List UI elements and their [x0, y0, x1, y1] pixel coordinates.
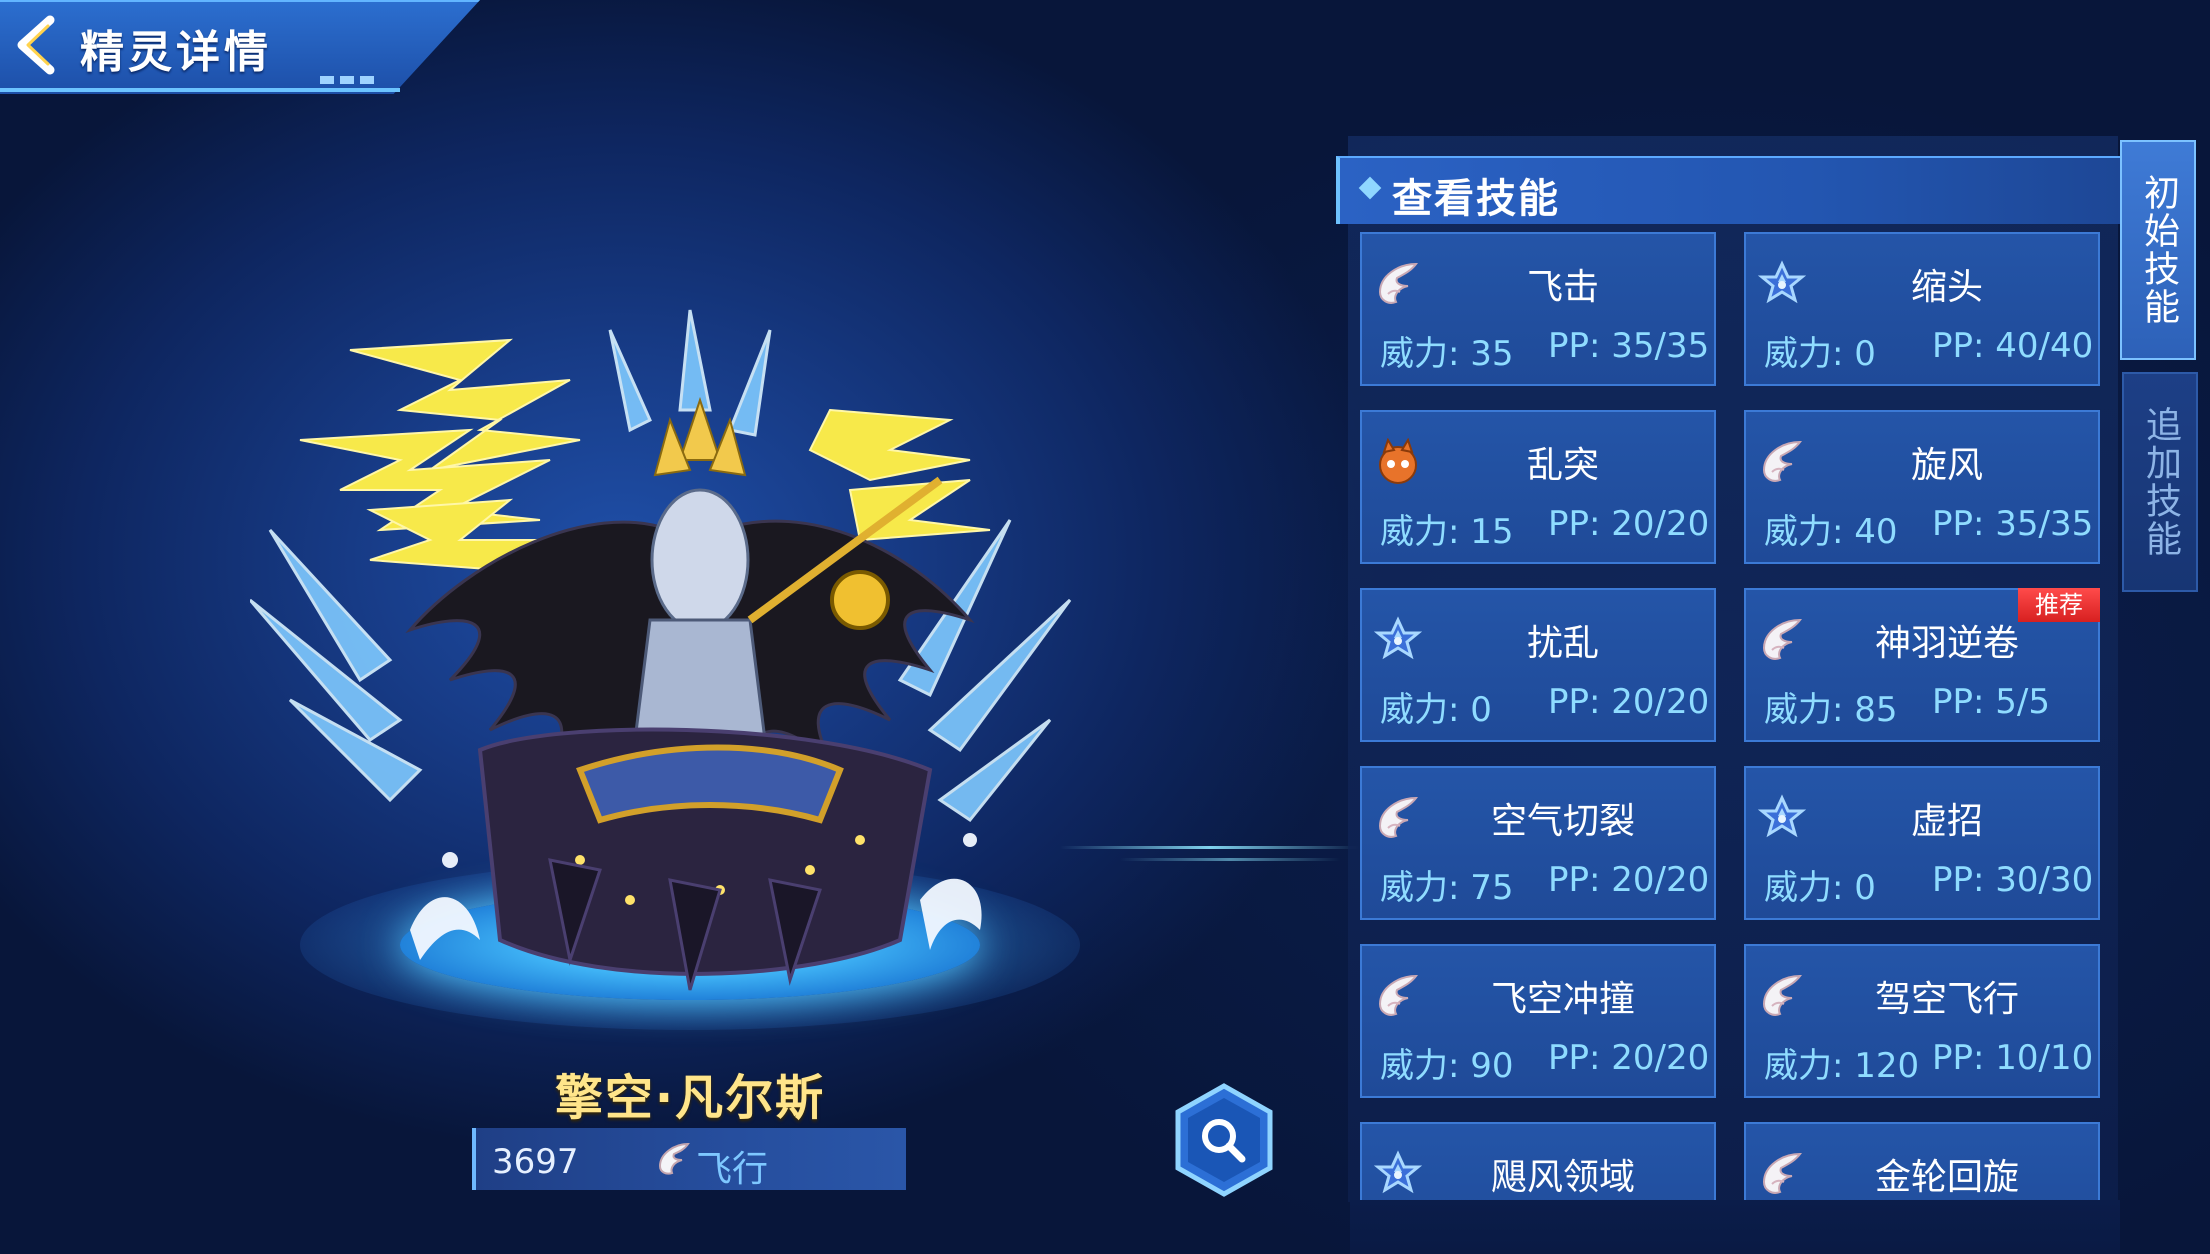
pet-id: 3697	[492, 1142, 579, 1182]
skill-power: 威力: 35	[1380, 334, 1514, 374]
skill-pp: PP: 40/40	[1932, 326, 2094, 366]
skill-pp: PP: 35/35	[1548, 326, 1710, 366]
star-icon	[1374, 616, 1422, 660]
star-icon	[1374, 1150, 1422, 1194]
skill-card[interactable]: 神羽逆卷 威力: 85 PP: 5/5 推荐	[1744, 588, 2100, 742]
pet-info-bar: 3697 飞行	[472, 1128, 906, 1190]
pet-type-label: 飞行	[696, 1149, 769, 1190]
pet-detail-screen: 精灵详情 擎空·凡尔斯 3697 飞行 查看技能 飞击 威力: 35 PP: 3…	[0, 0, 2210, 1254]
skill-card[interactable]: 空气切裂威力: 75 PP: 20/20	[1360, 766, 1716, 920]
skill-card[interactable]: 乱突 威力: 15 PP: 20/20	[1360, 410, 1716, 564]
tab-initial-skills-label: 初始技能	[2138, 174, 2179, 326]
page-title: 精灵详情	[80, 27, 272, 78]
search-button[interactable]	[1172, 1082, 1276, 1198]
back-button[interactable]	[10, 14, 64, 76]
skill-power: 威力: 15	[1380, 512, 1514, 552]
pet-name: 擎空·凡尔斯	[554, 1070, 826, 1126]
pet-lower-armor	[477, 727, 933, 991]
skill-pp: PP: 20/20	[1548, 504, 1710, 544]
skill-pp: PP: 20/20	[1548, 860, 1710, 900]
skill-power: 威力: 0	[1764, 868, 1876, 908]
skill-name: 飓风领域	[1490, 1157, 1635, 1198]
skill-name: 扰乱	[1526, 623, 1599, 664]
pet-illustration	[250, 309, 1072, 991]
skill-card[interactable]: 虚招 威力: 0 PP: 30/30	[1744, 766, 2100, 920]
wing-icon	[1762, 440, 1803, 482]
wing-icon	[1378, 974, 1419, 1016]
skill-card[interactable]: 飞击 威力: 35 PP: 35/35	[1360, 232, 1716, 386]
panel-bottom-mask	[1350, 1200, 2120, 1254]
skill-pp: PP: 20/20	[1548, 682, 1710, 722]
skill-pp: PP: 20/20	[1548, 1038, 1710, 1078]
skill-pp: PP: 30/30	[1932, 860, 2094, 900]
skills-panel-title: 查看技能	[1392, 176, 1560, 222]
wing-icon	[658, 1142, 690, 1175]
star-icon	[1758, 260, 1806, 304]
skill-card[interactable]: 飞空冲撞威力: 90 PP: 20/20	[1360, 944, 1716, 1098]
search-icon	[1175, 1083, 1273, 1197]
skill-power: 威力: 0	[1764, 334, 1876, 374]
wing-icon	[1762, 618, 1803, 660]
wing-icon	[1378, 796, 1419, 838]
skill-pp: PP: 10/10	[1932, 1038, 2094, 1078]
skill-pp: PP: 35/35	[1932, 504, 2094, 544]
star-icon	[1758, 794, 1806, 838]
light-streak	[1120, 858, 1340, 861]
beast-icon	[1379, 438, 1417, 484]
skill-name: 金轮回旋	[1874, 1157, 2019, 1198]
skill-name: 飞空冲撞	[1490, 979, 1635, 1020]
diamond-icon	[1358, 176, 1382, 200]
skill-name: 空气切裂	[1490, 801, 1635, 842]
skill-power: 威力: 40	[1764, 512, 1898, 552]
skill-power: 威力: 75	[1380, 868, 1514, 908]
skills-panel-header: 查看技能	[1336, 156, 2122, 224]
recommended-badge: 推荐	[2018, 588, 2100, 622]
header-edge	[0, 88, 400, 92]
skill-name: 虚招	[1910, 801, 1983, 842]
tab-initial-skills[interactable]: 初始技能	[2120, 140, 2196, 360]
back-arrow-icon	[17, 15, 55, 75]
skill-power: 威力: 0	[1380, 690, 1492, 730]
skill-name: 飞击	[1526, 267, 1599, 308]
skill-pp: PP: 5/5	[1932, 682, 2050, 722]
skill-card[interactable]: 旋风 威力: 40 PP: 35/35	[1744, 410, 2100, 564]
header-decoration	[320, 76, 376, 84]
tab-added-skills-label: 追加技能	[2140, 406, 2181, 558]
skill-power: 威力: 90	[1380, 1046, 1514, 1086]
skill-card[interactable]: 扰乱 威力: 0 PP: 20/20	[1360, 588, 1716, 742]
wing-icon	[1378, 262, 1419, 304]
skill-name: 缩头	[1910, 267, 1983, 308]
skill-name: 乱突	[1526, 445, 1599, 486]
skill-card[interactable]: 驾空飞行威力: 120 PP: 10/10	[1744, 944, 2100, 1098]
wing-icon	[1762, 974, 1803, 1016]
skill-name: 驾空飞行	[1874, 979, 2019, 1020]
tab-added-skills[interactable]: 追加技能	[2122, 372, 2198, 592]
skill-card[interactable]: 缩头 威力: 0 PP: 40/40	[1744, 232, 2100, 386]
skill-name: 旋风	[1910, 445, 1983, 486]
skill-power: 威力: 120	[1764, 1046, 1920, 1086]
skill-power: 威力: 85	[1764, 690, 1898, 730]
wing-icon	[1762, 1152, 1803, 1194]
